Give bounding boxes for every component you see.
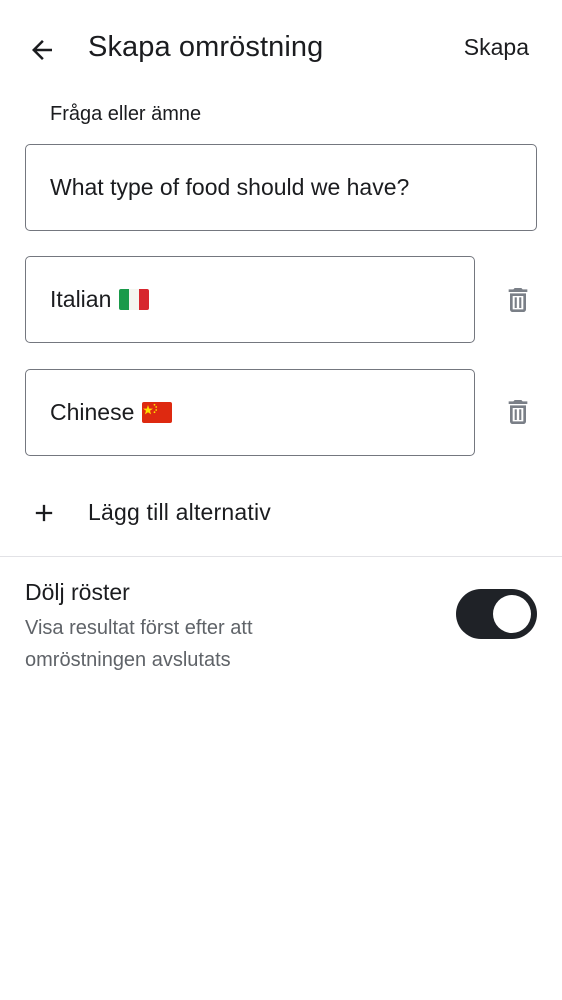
- trash-icon: [508, 288, 528, 312]
- question-field-label: Fråga eller ämne: [50, 103, 202, 125]
- delete-option-1-button[interactable]: [498, 280, 538, 320]
- option-1-text: Italian: [50, 286, 112, 312]
- arrow-left-icon: [32, 40, 52, 60]
- italy-flag-icon: [119, 289, 150, 310]
- add-option-button[interactable]: Lägg till alternativ: [0, 480, 562, 546]
- plus-icon: [35, 504, 53, 522]
- option-2-text: Chinese: [50, 399, 135, 425]
- toggle-knob: [493, 595, 531, 633]
- section-divider: [0, 556, 562, 557]
- hide-votes-title: Dölj röster: [25, 579, 130, 605]
- option-input-1[interactable]: Italian: [25, 256, 475, 343]
- hide-votes-toggle[interactable]: [456, 589, 537, 639]
- create-button[interactable]: Skapa: [464, 34, 529, 61]
- option-input-2[interactable]: Chinese: [25, 369, 475, 456]
- trash-icon: [508, 400, 528, 424]
- question-input-value: What type of food should we have?: [50, 174, 410, 200]
- add-option-label: Lägg till alternativ: [88, 499, 271, 525]
- top-app-bar: Skapa omröstning Skapa: [0, 0, 562, 100]
- hide-votes-description: Visa resultat först efter att omröstning…: [25, 617, 253, 671]
- delete-option-2-button[interactable]: [498, 392, 538, 432]
- page-title: Skapa omröstning: [88, 31, 324, 63]
- question-input[interactable]: What type of food should we have?: [25, 144, 537, 231]
- create-poll-screen: Skapa omröstning Skapa Fråga eller ämne …: [0, 0, 562, 1000]
- back-button[interactable]: [20, 28, 64, 72]
- china-flag-icon: [142, 402, 173, 423]
